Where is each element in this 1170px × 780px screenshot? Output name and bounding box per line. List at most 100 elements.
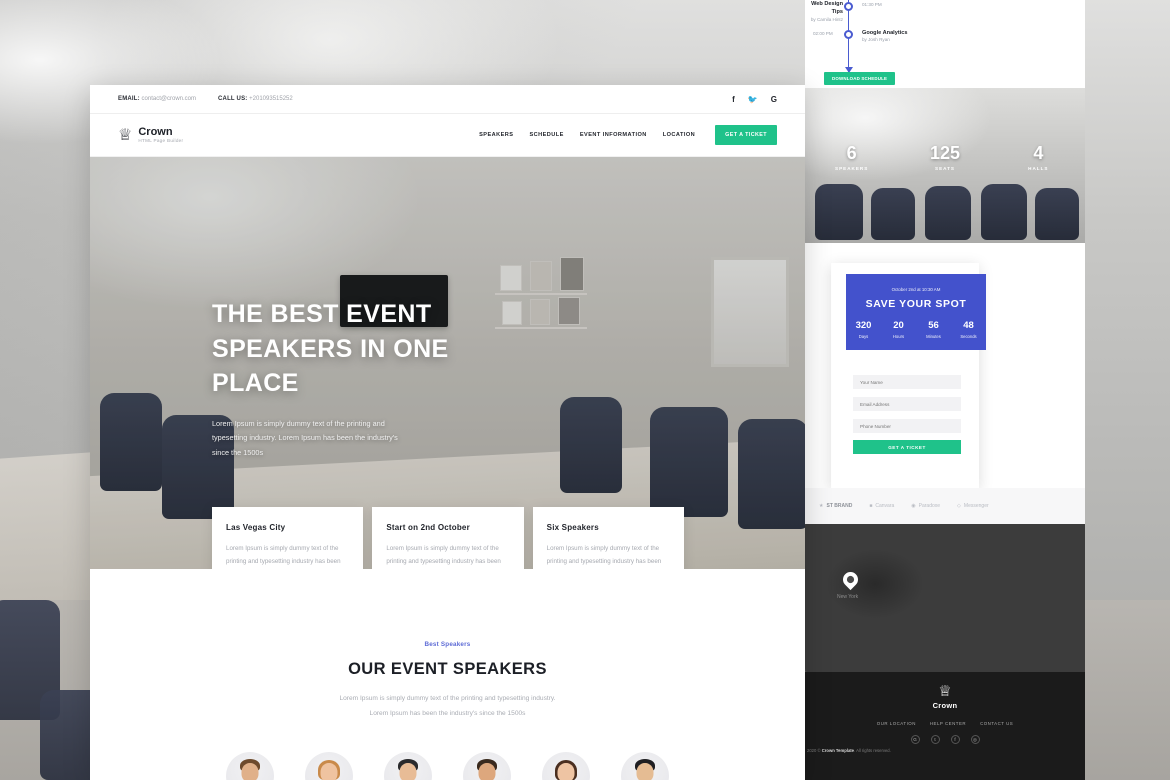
speaker-card[interactable]: Bryce Vaughn: [376, 751, 440, 780]
footer-link-our-location[interactable]: OUR LOCATION: [877, 721, 916, 726]
sponsor-item: ◉ Paradoxe: [911, 503, 940, 509]
instagram-icon[interactable]: ◎: [970, 735, 980, 744]
schedule-item-title: Google Analytics: [862, 30, 908, 36]
avatar-head: [636, 762, 654, 780]
countdown-value: 320: [855, 320, 872, 331]
email-info: EMAIL: contact@crown.com: [118, 96, 196, 102]
decorative-chair: [815, 184, 863, 240]
nav-item-speakers[interactable]: SPEAKERS: [479, 132, 513, 138]
countdown-value: 20: [893, 320, 904, 331]
email-address-input[interactable]: [853, 397, 961, 411]
google-icon[interactable]: G: [910, 735, 920, 744]
footer-brand-name: Crown: [932, 701, 958, 710]
info-card-text: Lorem Ipsum is simply dummy text of the …: [226, 544, 341, 565]
schedule-item-by: by Josh Ryan: [862, 37, 890, 43]
avatar-head: [478, 762, 496, 780]
messenger-icon: ◇: [957, 503, 961, 509]
stat-value: 125: [929, 143, 961, 163]
sponsor-row: ★ ST BRAND ■ Canvara ◉ Paradoxe ◇ Messen…: [805, 488, 1085, 524]
footer-copyright: 2020 © Crown Template. All rights reserv…: [805, 748, 935, 753]
speaker-card[interactable]: Cooper Moore: [455, 751, 519, 780]
crown-icon: ♕: [938, 682, 952, 700]
facebook-icon[interactable]: f: [950, 735, 960, 744]
info-card[interactable]: Las Vegas City Lorem Ipsum is simply dum…: [212, 506, 364, 569]
footer-link-help-center[interactable]: HELP CENTER: [930, 721, 966, 726]
decorative-chair: [981, 184, 1027, 240]
map-block[interactable]: New York: [805, 524, 1085, 672]
avatar: [384, 751, 432, 780]
screenshot-stage: Web Design Tips by Camila Hintz 01:30 PM…: [0, 0, 1170, 780]
get-a-ticket-button[interactable]: GET A TICKET: [715, 125, 777, 145]
avatar-head: [557, 762, 575, 780]
google-icon[interactable]: G: [771, 95, 777, 104]
call-value[interactable]: +201093515252: [249, 96, 293, 102]
brand-subtitle: HTML Page Builder: [138, 138, 184, 144]
stat-label: HALLS: [1028, 166, 1049, 171]
footer-link-contact-us[interactable]: CONTACT US: [980, 721, 1013, 726]
st-brand-icon: ★: [819, 503, 824, 509]
top-contact-bar: EMAIL: contact@crown.com CALL US: +20109…: [90, 85, 805, 114]
info-card-title: Las Vegas City: [226, 522, 286, 532]
phone-info: CALL US: +201093515252: [218, 96, 293, 102]
brand-text: Crown HTML Page Builder: [138, 125, 184, 144]
sponsor-label: ST BRAND: [826, 503, 853, 509]
download-schedule-button[interactable]: DOWNLOAD SCHEDULE: [824, 72, 896, 85]
sponsor-label: Canvara: [875, 503, 895, 509]
countdown-cell: 56 Minutes: [916, 321, 951, 339]
crown-icon: ♕: [118, 124, 133, 144]
main-navbar: ♕ Crown HTML Page Builder SPEAKERS SCHED…: [90, 114, 805, 157]
avatar-head: [320, 762, 338, 780]
ticket-block: October 2nd at 10:30 AM SAVE YOUR SPOT 3…: [805, 243, 1085, 488]
info-card-title: Start on 2nd October: [386, 522, 470, 532]
nav-item-location[interactable]: LOCATION: [663, 132, 695, 138]
map-city-label: New York: [837, 594, 859, 600]
info-card[interactable]: Six Speakers Lorem Ipsum is simply dummy…: [532, 506, 684, 569]
section-eyebrow: Best Speakers: [424, 641, 471, 648]
your-name-input[interactable]: [853, 375, 961, 389]
decorative-chair: [1035, 188, 1079, 240]
section-subtitle-line1: Lorem Ipsum is simply dummy text of the …: [339, 695, 556, 702]
info-card-text: Lorem Ipsum is simply dummy text of the …: [546, 544, 662, 565]
speaker-card[interactable]: Josh Ryan: [613, 751, 677, 780]
speaker-card[interactable]: Vera Duncan: [297, 751, 361, 780]
nav-item-schedule[interactable]: SCHEDULE: [529, 132, 563, 138]
countdown-value: 56: [928, 320, 939, 331]
facebook-icon[interactable]: f: [732, 95, 735, 104]
twitter-icon[interactable]: 🐦: [748, 95, 758, 104]
email-value[interactable]: contact@crown.com: [142, 96, 196, 102]
hero-heading-line2: SPEAKERS IN ONE PLACE: [212, 334, 449, 398]
phone-number-input[interactable]: [853, 419, 961, 433]
twitter-icon[interactable]: t: [930, 735, 940, 744]
countdown-unit: Minutes: [926, 333, 941, 339]
schedule-item-time: 01:30 PM: [862, 2, 882, 7]
sponsor-item: ◇ Messenger: [957, 503, 989, 509]
countdown-unit: Seconds: [960, 333, 977, 339]
stat-label: SPEAKERS: [835, 166, 869, 171]
speaker-card[interactable]: Mark Smith: [218, 751, 282, 780]
schedule-item-time: 02:00 PM: [813, 31, 833, 36]
footer-links: OUR LOCATION HELP CENTER CONTACT US: [805, 721, 1085, 726]
speaker-card[interactable]: Camila Hintz: [534, 751, 598, 780]
stat-value: 6: [846, 143, 857, 163]
brand-name: Crown: [138, 125, 173, 138]
paradoxe-icon: ◉: [911, 503, 916, 509]
info-card-text: Lorem Ipsum is simply dummy text of the …: [386, 544, 501, 565]
section-subtitle-line2: Lorem Ipsum has been the industry's sinc…: [369, 709, 526, 717]
get-a-ticket-submit-button[interactable]: GET A TICKET: [853, 440, 961, 454]
footer-block: ♕ Crown: [805, 672, 1085, 780]
nav-item-event-information[interactable]: EVENT INFORMATION: [580, 132, 647, 138]
schedule-item-title: Web Design Tips: [811, 1, 843, 16]
sponsors-block: ★ ST BRAND ■ Canvara ◉ Paradoxe ◇ Messen…: [805, 488, 1085, 524]
schedule-item: Web Design Tips by Camila Hintz: [805, 0, 843, 24]
countdown-cell: 20 Hours: [881, 321, 916, 339]
countdown-cell: 48 Seconds: [951, 321, 986, 339]
avatar-head: [399, 762, 417, 780]
brand-logo[interactable]: ♕ Crown HTML Page Builder: [118, 124, 184, 144]
decorative-chair: [925, 186, 971, 240]
decorative-chair: [871, 188, 915, 240]
call-label: CALL US:: [218, 96, 248, 102]
schedule-item: Google Analytics by Josh Ryan: [862, 29, 908, 44]
info-card[interactable]: Start on 2nd October Lorem Ipsum is simp…: [372, 506, 524, 569]
section-subtitle: Lorem Ipsum is simply dummy text of the …: [90, 692, 805, 722]
footer-brand: ♕ Crown: [805, 682, 1085, 711]
